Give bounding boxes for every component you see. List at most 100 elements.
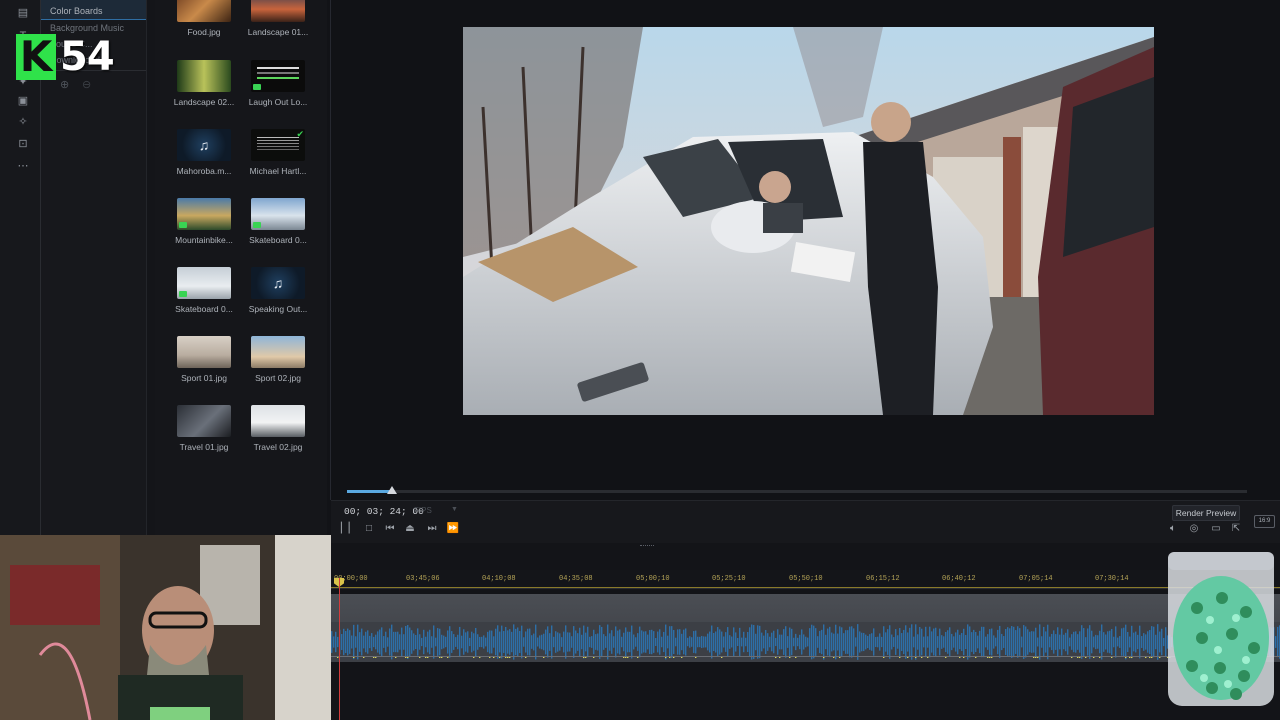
camera-icon[interactable]: ◎ xyxy=(1187,523,1201,535)
waveform-bar xyxy=(359,632,361,652)
waveform-bar xyxy=(1045,631,1047,653)
media-tile[interactable]: Laugh Out Lo... xyxy=(241,60,315,107)
media-name: Laugh Out Lo... xyxy=(248,97,308,107)
waveform-bar xyxy=(763,635,765,649)
media-name: Mahoroba.m... xyxy=(176,166,232,176)
resize-grip[interactable] xyxy=(640,545,654,548)
waveform-bar xyxy=(1069,637,1071,647)
waveform-bar xyxy=(685,628,687,656)
in-use-badge xyxy=(179,222,187,228)
playhead-line[interactable] xyxy=(339,578,340,720)
media-thumbnail xyxy=(177,405,231,437)
fast-forward-icon[interactable]: ⏩ xyxy=(446,523,460,535)
media-tile[interactable]: Mountainbike... xyxy=(167,198,241,245)
preview-scrub-handle[interactable] xyxy=(387,486,397,494)
waveform-bar xyxy=(1079,631,1081,653)
waveform-bar xyxy=(1129,636,1131,648)
waveform-bar xyxy=(681,633,683,651)
waveform-bar xyxy=(1081,625,1083,659)
waveform-bar xyxy=(545,629,547,655)
waveform-bar xyxy=(883,626,885,658)
waveform-bar xyxy=(1099,630,1101,654)
waveform-bar xyxy=(519,630,521,654)
waveform-bar xyxy=(353,624,355,660)
pip-objects-icon[interactable]: ▣ xyxy=(16,95,30,107)
waveform-bar xyxy=(379,629,381,655)
ruler-tick-label: 04;35;08 xyxy=(559,575,593,583)
category-background-music[interactable]: Background Music xyxy=(50,23,124,33)
waveform-bar xyxy=(897,635,899,649)
snapshot-frame-icon[interactable]: ⏏ xyxy=(403,523,417,535)
video-clip-body xyxy=(331,594,1280,624)
media-room-icon[interactable]: ▤ xyxy=(16,7,30,19)
media-thumbnail xyxy=(177,267,231,299)
waveform-bar xyxy=(771,632,773,652)
media-tile[interactable]: Landscape 02... xyxy=(167,60,241,107)
media-tile[interactable]: Travel 02.jpg xyxy=(241,405,315,452)
volume-icon[interactable]: 🔈︎ xyxy=(1166,523,1180,535)
stop-icon[interactable]: □ xyxy=(362,523,376,535)
waveform-bar xyxy=(475,627,477,657)
webcam-overlay xyxy=(0,535,331,720)
waveform-bar xyxy=(845,630,847,654)
waveform-bar xyxy=(1005,629,1007,655)
waveform-bar xyxy=(781,634,783,650)
play-icon[interactable]: ▏▏ xyxy=(341,523,356,535)
waveform-bar xyxy=(775,637,777,647)
waveform-bar xyxy=(477,634,479,650)
waveform-bar xyxy=(1115,626,1117,658)
waveform-bar xyxy=(341,634,343,650)
waveform-bar xyxy=(345,631,347,653)
media-tile[interactable]: Sport 02.jpg xyxy=(241,336,315,383)
waveform-bar xyxy=(625,627,627,657)
waveform-bar xyxy=(409,627,411,657)
previous-frame-icon[interactable]: ⏮ xyxy=(383,523,397,535)
media-tile[interactable]: Food.jpg xyxy=(167,0,241,37)
media-tile[interactable]: Sport 01.jpg xyxy=(167,336,241,383)
media-tile[interactable]: Skateboard 0... xyxy=(241,198,315,245)
waveform-bar xyxy=(473,633,475,651)
media-name: Speaking Out... xyxy=(248,304,308,314)
waveform-bar xyxy=(887,629,889,655)
waveform-bar xyxy=(713,632,715,652)
waveform-bar xyxy=(573,626,575,658)
waveform-bar xyxy=(443,635,445,649)
aspect-ratio-button[interactable]: 16:9 xyxy=(1254,515,1275,528)
media-tile[interactable]: Travel 01.jpg xyxy=(167,405,241,452)
media-tile[interactable]: ♫ Mahoroba.m... xyxy=(167,129,241,176)
waveform-bar xyxy=(577,633,579,651)
undock-icon[interactable]: ⇱ xyxy=(1229,523,1243,535)
media-tile[interactable]: ✔ Michael Hartl... xyxy=(241,129,315,176)
timecode-display[interactable]: 00; 03; 24; 00 xyxy=(344,506,424,517)
waveform-bar xyxy=(1047,624,1049,660)
waveform-bar xyxy=(913,636,915,648)
track-divider xyxy=(331,656,1280,657)
waveform-bar xyxy=(991,628,993,656)
waveform-bar xyxy=(399,634,401,650)
particle-room-icon[interactable]: ✧ xyxy=(16,116,30,128)
media-tile[interactable]: ♫ Speaking Out... xyxy=(241,267,315,314)
more-icon[interactable]: ⋯ xyxy=(16,160,30,172)
waveform-bar xyxy=(483,635,485,649)
media-tile[interactable]: Landscape 01... xyxy=(241,0,315,37)
waveform-bar xyxy=(653,631,655,653)
chevron-down-icon[interactable]: ▼ xyxy=(451,506,458,513)
waveform-bar xyxy=(931,631,933,653)
media-tile[interactable]: Skateboard 0... xyxy=(167,267,241,314)
waveform-bar xyxy=(727,627,729,657)
render-preview-button[interactable]: Render Preview xyxy=(1172,505,1240,521)
ruler-tick-label: 05;25;10 xyxy=(712,575,746,583)
chapter-room-icon[interactable]: ⊡ xyxy=(16,138,30,150)
waveform-bar xyxy=(433,625,435,659)
library-scrollbar[interactable] xyxy=(146,0,155,535)
subtitle-icon[interactable]: ▭ xyxy=(1209,523,1223,535)
waveform-bar xyxy=(823,624,825,660)
waveform-bar xyxy=(1013,626,1015,658)
next-frame-icon[interactable]: ⏭ xyxy=(425,523,439,535)
category-color-boards[interactable]: Color Boards xyxy=(50,6,103,16)
preview-scrub-track[interactable] xyxy=(347,490,1247,493)
waveform-bar xyxy=(647,634,649,650)
waveform-bar xyxy=(707,633,709,651)
waveform-bar xyxy=(1107,631,1109,653)
waveform-bar xyxy=(1087,628,1089,656)
